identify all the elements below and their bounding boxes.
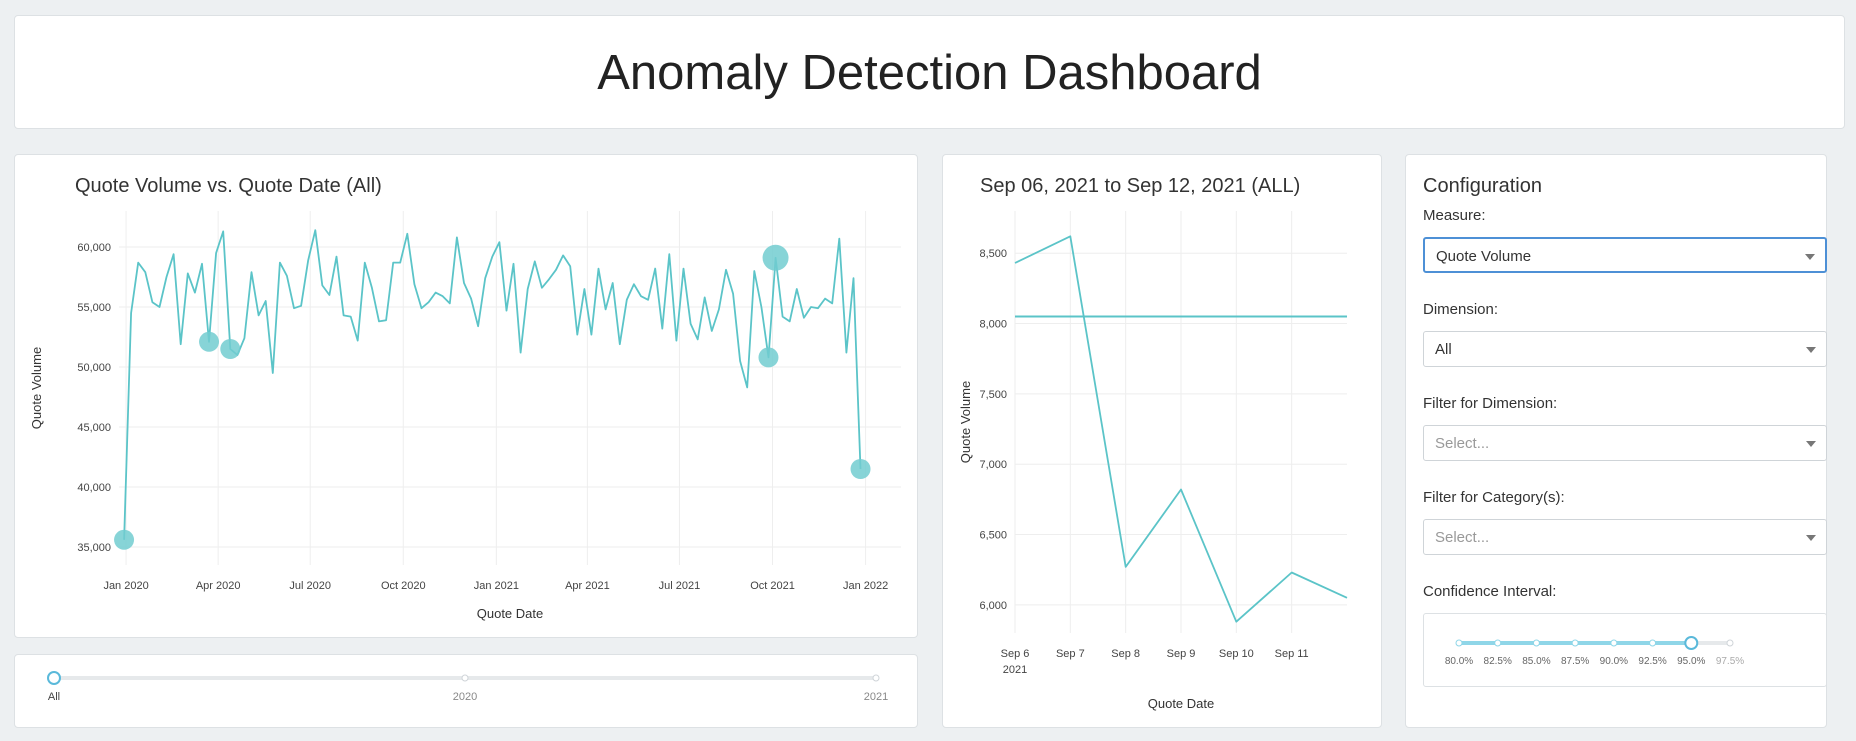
period-slider-handle — [47, 671, 61, 685]
y-tick-label: 6,000 — [979, 600, 1007, 612]
period-slider-card: All 2020 2021 — [14, 654, 918, 728]
x-tick-label: Apr 2021 — [565, 580, 610, 592]
confidence-slider-dot — [1610, 639, 1618, 647]
x-tick-year-label: 2021 — [1003, 664, 1027, 676]
period-slider-label: 2021 — [864, 691, 888, 703]
y-tick-label: 6,500 — [979, 530, 1007, 542]
series-line — [123, 229, 862, 540]
confidence-slider-dot — [1726, 639, 1734, 647]
chevron-down-icon — [1806, 441, 1816, 447]
y-tick-label: 35,000 — [77, 542, 111, 554]
x-tick-label: Oct 2020 — [381, 580, 426, 592]
period-slider-label: 2020 — [453, 691, 477, 703]
confidence-option-label: 95.0% — [1677, 656, 1705, 667]
confidence-slider-box: 80.0% 82.5% 85.0% 87.5% 90.0% 92.5% 95.0% 97.5% — [1423, 613, 1827, 687]
x-tick-label: Sep 9 — [1167, 648, 1196, 660]
header-card: Anomaly Detection Dashboard — [14, 15, 1845, 129]
y-tick-label: 7,000 — [979, 459, 1007, 471]
y-axis-label: Quote Volume — [958, 381, 973, 463]
confidence-slider-dot — [1455, 639, 1463, 647]
confidence-option-label: 90.0% — [1600, 656, 1628, 667]
anomaly-point — [199, 331, 220, 352]
x-tick-label: Jul 2020 — [289, 580, 331, 592]
x-tick-label: Sep 10 — [1219, 648, 1254, 660]
filter-category-label: Filter for Category(s): — [1423, 489, 1565, 506]
x-tick-label: Sep 11 — [1275, 648, 1309, 660]
confidence-option-label: 85.0% — [1522, 656, 1550, 667]
y-axis-label: Quote Volume — [29, 347, 44, 429]
x-tick-label: Sep 7 — [1056, 648, 1085, 660]
period-slider-label: All — [48, 691, 60, 703]
y-tick-label: 50,000 — [77, 362, 111, 374]
x-tick-label: Apr 2020 — [196, 580, 241, 592]
anomaly-point — [762, 244, 789, 271]
confidence-slider-dot — [1494, 639, 1502, 647]
dimension-select[interactable]: All — [1423, 331, 1827, 367]
config-title: Configuration — [1423, 175, 1542, 197]
y-tick-label: 8,500 — [979, 248, 1007, 260]
configuration-card: Configuration Measure: Quote Volume Dime… — [1405, 154, 1827, 728]
main-chart[interactable]: 35,000 40,000 45,000 50,000 55,000 60,000 Jan … — [15, 155, 919, 639]
dimension-value: All — [1435, 341, 1452, 358]
page-title: Anomaly Detection Dashboard — [597, 46, 1262, 100]
x-axis-label: Quote Date — [1148, 696, 1215, 711]
period-slider[interactable]: All 2020 2021 — [15, 655, 919, 729]
chevron-down-icon — [1806, 347, 1816, 353]
confidence-option-label: 92.5% — [1638, 656, 1666, 667]
period-slider-dot — [872, 674, 880, 682]
confidence-slider-dot — [1649, 639, 1657, 647]
dimension-label: Dimension: — [1423, 301, 1499, 318]
filter-dimension-label: Filter for Dimension: — [1423, 395, 1558, 412]
y-tick-label: 45,000 — [77, 422, 111, 434]
anomaly-point — [220, 339, 241, 359]
main-chart-card: Quote Volume vs. Quote Date (All) 35,000… — [14, 154, 918, 638]
filter-category-placeholder: Select... — [1435, 529, 1490, 546]
filter-dimension-placeholder: Select... — [1435, 435, 1490, 452]
confidence-slider-dot — [1571, 639, 1579, 647]
x-tick-label: Jul 2021 — [659, 580, 701, 592]
week-chart[interactable]: 6,0006,5007,0007,5008,0008,500Sep 62021S… — [943, 155, 1383, 729]
x-tick-label: Oct 2021 — [750, 580, 795, 592]
y-tick-label: 8,000 — [979, 319, 1007, 331]
anomaly-point — [114, 529, 135, 550]
week-chart-card: Sep 06, 2021 to Sep 12, 2021 (ALL) 6,000… — [942, 154, 1382, 728]
confidence-option-label: 80.0% — [1445, 656, 1473, 667]
confidence-label: Confidence Interval: — [1423, 583, 1557, 600]
confidence-option-label: 87.5% — [1561, 656, 1589, 667]
anomaly-point — [758, 347, 779, 368]
x-tick-label: Sep 8 — [1111, 648, 1140, 660]
y-tick-label: 40,000 — [77, 482, 111, 494]
filter-dimension-select[interactable]: Select... — [1423, 425, 1827, 461]
measure-select[interactable]: Quote Volume — [1423, 237, 1827, 273]
confidence-slider-dot — [1532, 639, 1540, 647]
measure-label: Measure: — [1423, 207, 1486, 224]
x-tick-label: Jan 2022 — [843, 580, 888, 592]
measure-value: Quote Volume — [1436, 248, 1532, 265]
x-tick-label: Sep 6 — [1001, 648, 1030, 660]
y-tick-label: 55,000 — [77, 302, 111, 314]
confidence-slider[interactable]: 80.0% 82.5% 85.0% 87.5% 90.0% 92.5% 95.0% 97.5% — [1424, 614, 1828, 688]
confidence-option-label: 97.5% — [1716, 656, 1744, 667]
x-tick-label: Jan 2021 — [474, 580, 519, 592]
y-tick-label: 7,500 — [979, 389, 1007, 401]
confidence-option-label: 82.5% — [1484, 656, 1512, 667]
period-slider-dot — [461, 674, 469, 682]
y-tick-label: 60,000 — [77, 242, 111, 254]
chevron-down-icon — [1806, 535, 1816, 541]
chevron-down-icon — [1805, 254, 1815, 260]
filter-category-select[interactable]: Select... — [1423, 519, 1827, 555]
x-axis-label: Quote Date — [477, 606, 544, 621]
anomaly-point — [850, 459, 871, 479]
x-tick-label: Jan 2020 — [103, 580, 148, 592]
confidence-slider-handle — [1684, 636, 1699, 650]
